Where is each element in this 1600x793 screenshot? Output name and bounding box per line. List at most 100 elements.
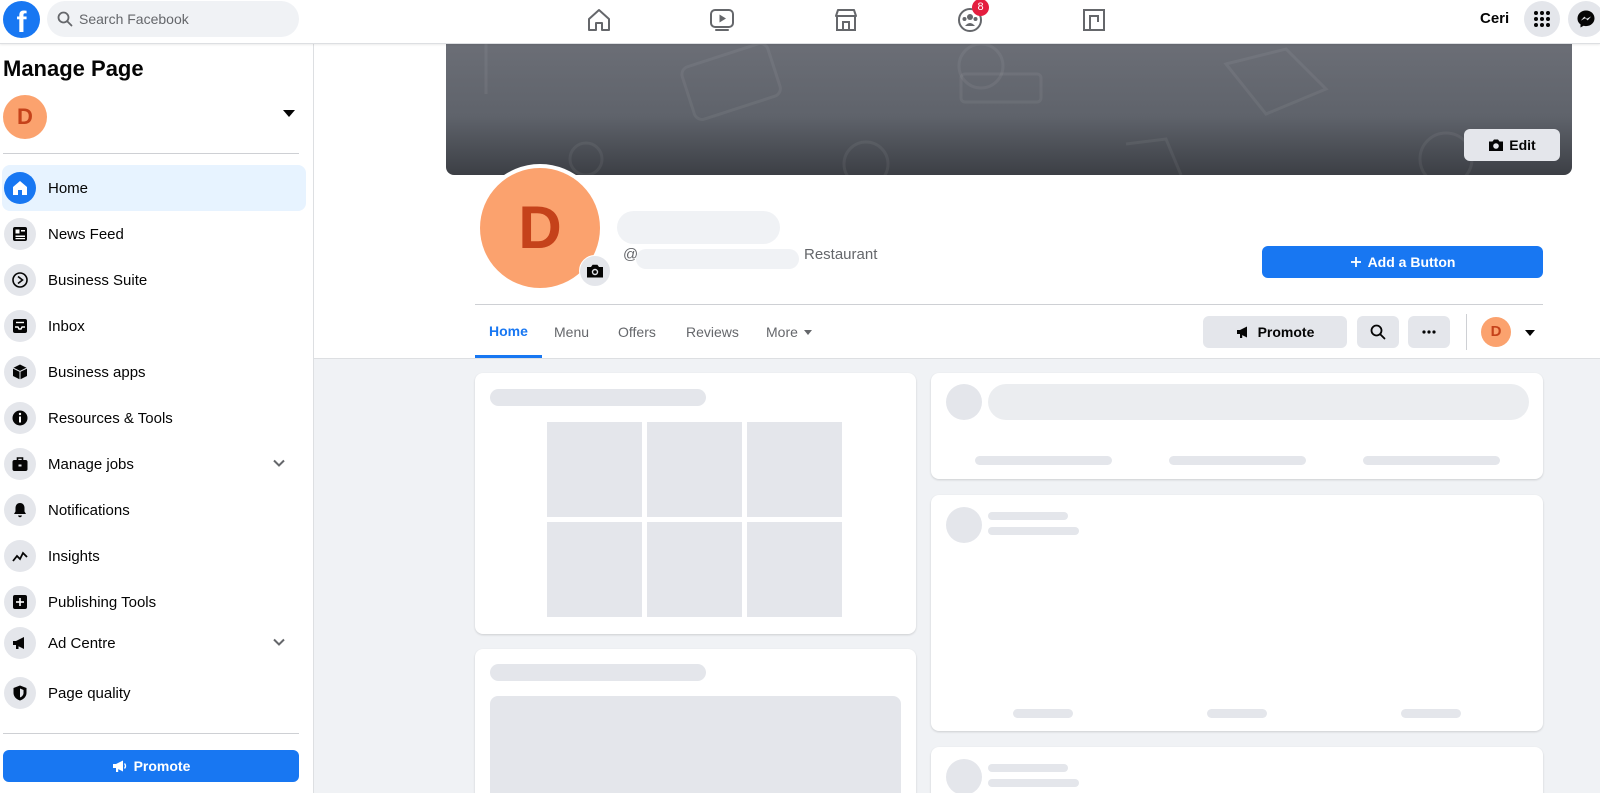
tab-more[interactable]: More bbox=[752, 306, 826, 358]
handle-placeholder bbox=[636, 249, 799, 269]
tab-label: Home bbox=[489, 322, 528, 339]
edit-label: Edit bbox=[1509, 137, 1536, 153]
inbox-icon bbox=[4, 310, 36, 342]
cube-icon bbox=[4, 356, 36, 388]
insights-icon bbox=[4, 540, 36, 572]
promote-label: Promote bbox=[1257, 324, 1315, 340]
search-page-button[interactable] bbox=[1357, 316, 1399, 348]
plus-icon bbox=[1350, 257, 1361, 267]
sidebar-item-news-feed[interactable]: News Feed bbox=[2, 211, 306, 257]
skeleton-action bbox=[975, 456, 1112, 465]
profile-name-link[interactable]: Ceri bbox=[1480, 10, 1509, 27]
cover-pattern bbox=[484, 44, 1474, 175]
sidebar-item-business-apps[interactable]: Business apps bbox=[2, 349, 306, 395]
skeleton-action bbox=[1207, 709, 1267, 718]
tab-label: Menu bbox=[554, 324, 590, 340]
sidebar-item-label: Manage jobs bbox=[48, 455, 134, 473]
manage-page-sidebar: Manage Page D Home News Feed Business Su… bbox=[0, 44, 314, 793]
sidebar-item-page-quality[interactable]: Page quality bbox=[2, 670, 306, 716]
more-options-button[interactable] bbox=[1408, 316, 1450, 348]
edit-cover-button[interactable]: Edit bbox=[1464, 129, 1560, 161]
header-promote-button[interactable]: Promote bbox=[1203, 316, 1347, 348]
sidebar-item-manage-jobs[interactable]: Manage jobs bbox=[2, 441, 306, 487]
skeleton-photo bbox=[547, 422, 642, 517]
sidebar-promote-button[interactable]: Promote bbox=[3, 750, 299, 782]
sidebar-item-label: Insights bbox=[48, 547, 100, 565]
sidebar-item-business-suite[interactable]: Business Suite bbox=[2, 257, 306, 303]
add-a-button-button[interactable]: Add a Button bbox=[1262, 246, 1543, 278]
cover-photo: Edit bbox=[446, 44, 1572, 175]
megaphone-icon bbox=[4, 627, 36, 659]
tab-home[interactable]: Home bbox=[475, 306, 542, 358]
skeleton-input bbox=[988, 384, 1529, 420]
header-separator bbox=[1466, 314, 1467, 350]
skeleton-photo bbox=[647, 422, 742, 517]
info-icon bbox=[4, 402, 36, 434]
top-navigation-bar: f 8 Ceri bbox=[0, 0, 1600, 44]
sidebar-item-label: Inbox bbox=[48, 317, 85, 335]
sidebar-item-resources-tools[interactable]: Resources & Tools bbox=[2, 395, 306, 441]
divider bbox=[3, 733, 299, 734]
chevron-down-icon[interactable] bbox=[272, 456, 286, 475]
sidebar-item-home[interactable]: Home bbox=[2, 165, 306, 211]
sidebar-item-inbox[interactable]: Inbox bbox=[2, 303, 306, 349]
groups-notification-badge: 8 bbox=[972, 0, 989, 16]
publishing-icon bbox=[4, 586, 36, 618]
tab-label: Offers bbox=[618, 324, 656, 340]
grid-menu-icon[interactable] bbox=[1524, 1, 1560, 37]
marketplace-icon[interactable] bbox=[829, 4, 863, 36]
tab-offers[interactable]: Offers bbox=[604, 306, 670, 358]
home-icon[interactable] bbox=[582, 4, 616, 36]
watch-icon[interactable] bbox=[705, 4, 739, 36]
skeleton-line bbox=[988, 779, 1079, 787]
chevron-down-icon[interactable] bbox=[272, 635, 286, 654]
news-feed-icon bbox=[4, 218, 36, 250]
acting-as-avatar[interactable]: D bbox=[1481, 317, 1511, 347]
add-button-label: Add a Button bbox=[1367, 254, 1456, 270]
search-box[interactable] bbox=[47, 1, 299, 37]
sidebar-item-insights[interactable]: Insights bbox=[2, 533, 306, 579]
profile-picture[interactable]: D bbox=[476, 164, 611, 292]
page-category[interactable]: Restaurant bbox=[804, 246, 877, 263]
page-name-placeholder bbox=[617, 211, 780, 244]
sidebar-item-label: Ad Centre bbox=[48, 634, 116, 652]
messenger-icon[interactable] bbox=[1568, 1, 1600, 37]
page-switcher-dropdown-icon[interactable] bbox=[283, 110, 295, 117]
sidebar-item-label: Home bbox=[48, 179, 89, 197]
tab-reviews[interactable]: Reviews bbox=[672, 306, 753, 358]
sidebar-title: Manage Page bbox=[3, 56, 144, 81]
skeleton-action bbox=[1013, 709, 1073, 718]
tab-label: Reviews bbox=[686, 324, 739, 340]
gaming-icon[interactable] bbox=[1077, 4, 1111, 36]
sidebar-item-publishing-tools[interactable]: Publishing Tools bbox=[2, 579, 306, 625]
skeleton-photo bbox=[747, 522, 842, 617]
groups-icon[interactable]: 8 bbox=[953, 0, 989, 36]
home-icon bbox=[4, 172, 36, 204]
business-suite-icon bbox=[4, 264, 36, 296]
skeleton-action bbox=[1363, 456, 1500, 465]
sidebar-item-label: Business apps bbox=[48, 363, 146, 381]
post-card-placeholder bbox=[931, 495, 1543, 731]
ellipsis-icon bbox=[1422, 330, 1436, 334]
post-card-placeholder bbox=[931, 747, 1543, 793]
sidebar-item-label: News Feed bbox=[48, 225, 124, 243]
megaphone-icon bbox=[1236, 326, 1247, 338]
sidebar-item-notifications[interactable]: Notifications bbox=[2, 487, 306, 533]
shield-icon bbox=[4, 677, 36, 709]
search-input[interactable] bbox=[79, 1, 289, 37]
promote-label: Promote bbox=[133, 758, 191, 774]
tab-menu[interactable]: Menu bbox=[540, 306, 603, 358]
caret-down-icon[interactable] bbox=[1525, 330, 1535, 336]
skeleton-title bbox=[490, 664, 706, 681]
skeleton-block bbox=[490, 696, 901, 793]
tabs-divider bbox=[475, 304, 1543, 305]
skeleton-action bbox=[1169, 456, 1306, 465]
facebook-logo[interactable]: f bbox=[3, 1, 40, 38]
skeleton-action bbox=[1401, 709, 1461, 718]
skeleton-line bbox=[988, 512, 1068, 520]
sidebar-item-ad-centre[interactable]: Ad Centre bbox=[2, 620, 306, 666]
camera-icon[interactable] bbox=[579, 255, 611, 287]
page-avatar[interactable]: D bbox=[3, 95, 47, 139]
briefcase-icon bbox=[4, 448, 36, 480]
about-card-placeholder bbox=[475, 649, 916, 793]
